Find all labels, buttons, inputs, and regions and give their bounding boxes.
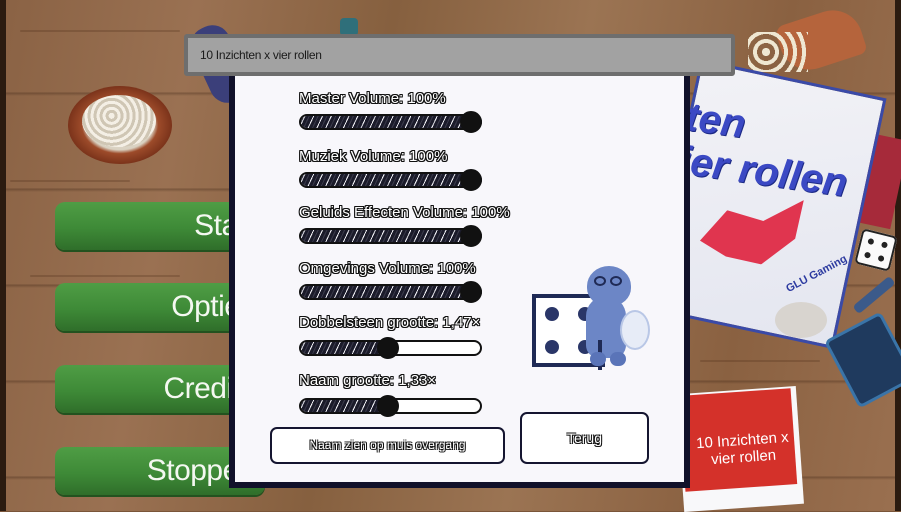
back-button[interactable]: Terug bbox=[520, 412, 649, 464]
dice-size-label: Dobbelsteen grootte: 1,47× bbox=[299, 314, 481, 331]
master-volume-label: Master Volume: 100% bbox=[299, 90, 446, 107]
disc-prop bbox=[775, 302, 827, 338]
music-volume-slider[interactable] bbox=[299, 169, 482, 191]
show-name-on-hover-button[interactable]: Naam zien op muis overgang bbox=[270, 427, 505, 464]
name-size-label: Naam grootte: 1,33× bbox=[299, 372, 437, 389]
screen-edge-right bbox=[895, 0, 901, 511]
dice-size-slider[interactable] bbox=[299, 337, 482, 359]
slider-fill bbox=[301, 342, 387, 354]
ambient-volume-slider[interactable] bbox=[299, 281, 482, 303]
slider-knob[interactable] bbox=[377, 337, 399, 359]
slider-knob[interactable] bbox=[460, 281, 482, 303]
game-title: 10 Inzichten x vier rollen bbox=[200, 48, 322, 62]
master-volume-slider[interactable] bbox=[299, 111, 482, 133]
wood-grain bbox=[10, 180, 130, 182]
slider-fill bbox=[301, 116, 480, 128]
mascot-head bbox=[587, 266, 631, 306]
name-size-slider[interactable] bbox=[299, 395, 482, 417]
scattered-pieces bbox=[748, 32, 808, 72]
mascot-wing bbox=[620, 310, 650, 350]
screen-edge-left bbox=[0, 0, 6, 511]
slider-fill bbox=[301, 230, 480, 242]
slider-knob[interactable] bbox=[377, 395, 399, 417]
bowl-contents bbox=[82, 95, 156, 147]
slider-fill bbox=[301, 174, 480, 186]
slider-knob[interactable] bbox=[460, 169, 482, 191]
slider-knob[interactable] bbox=[460, 111, 482, 133]
ambient-volume-label: Omgevings Volume: 100% bbox=[299, 260, 476, 277]
sfx-volume-slider[interactable] bbox=[299, 225, 482, 247]
mascot-foot bbox=[590, 352, 606, 366]
wood-grain bbox=[700, 360, 820, 362]
show-name-on-hover-label: Naam zien op muis overgang bbox=[309, 438, 466, 452]
wood-grain bbox=[20, 30, 180, 32]
sfx-volume-label: Geluids Effecten Volume: 100% bbox=[299, 204, 510, 221]
die-pip bbox=[545, 307, 559, 321]
slider-fill bbox=[301, 400, 387, 412]
mascot-glasses bbox=[594, 276, 624, 286]
mascot-foot bbox=[610, 352, 626, 366]
back-label: Terug bbox=[566, 430, 603, 446]
die-pip bbox=[545, 340, 559, 354]
wood-grain bbox=[30, 275, 180, 277]
slider-knob[interactable] bbox=[460, 225, 482, 247]
music-volume-label: Muziek Volume: 100% bbox=[299, 148, 448, 165]
title-bar: 10 Inzichten x vier rollen bbox=[184, 34, 735, 76]
slider-fill bbox=[301, 286, 480, 298]
